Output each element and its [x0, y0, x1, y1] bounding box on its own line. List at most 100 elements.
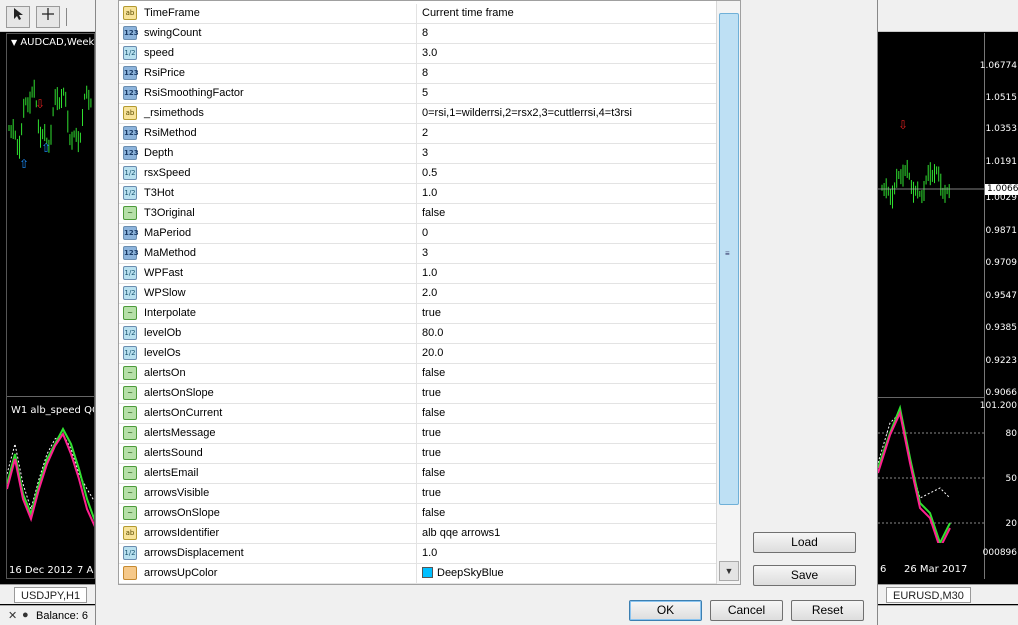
param-value[interactable]: 3.0 [422, 47, 437, 59]
param-value-cell[interactable]: Current time frame [418, 4, 716, 23]
param-value[interactable]: 2 [422, 127, 428, 139]
param-value[interactable]: 3 [422, 147, 428, 159]
param-value[interactable]: true [422, 427, 441, 439]
crosshair-icon[interactable] [36, 6, 60, 28]
param-value[interactable]: false [422, 467, 445, 479]
param-value[interactable]: true [422, 387, 441, 399]
cursor-arrow-icon[interactable] [6, 6, 30, 28]
param-value-cell[interactable]: 2 [418, 124, 716, 143]
param-value-cell[interactable]: false [418, 464, 716, 483]
param-value-cell[interactable]: true [418, 424, 716, 443]
param-value[interactable]: false [422, 367, 445, 379]
param-row-t3original[interactable]: ~ T3Original false [119, 204, 716, 224]
param-row-swingcount[interactable]: 123 swingCount 8 [119, 24, 716, 44]
param-row-alertsoncurrent[interactable]: ~ alertsOnCurrent false [119, 404, 716, 424]
param-value-cell[interactable]: DeepSkyBlue [418, 564, 716, 583]
param-value-cell[interactable]: 80.0 [418, 324, 716, 343]
param-value[interactable]: true [422, 447, 441, 459]
param-row-t3hot[interactable]: 1/2 T3Hot 1.0 [119, 184, 716, 204]
param-value-cell[interactable]: 1.0 [418, 544, 716, 563]
tab-eurusd[interactable]: EURUSD,M30 [886, 587, 971, 603]
inputs-scrollbar[interactable]: ≡ ▼ [716, 1, 740, 584]
param-value[interactable]: 1.0 [422, 547, 437, 559]
close-icon[interactable]: ✕ [8, 609, 17, 622]
param-value-cell[interactable]: false [418, 504, 716, 523]
save-button[interactable]: Save [753, 565, 856, 586]
param-value-cell[interactable]: false [418, 404, 716, 423]
param-row-arrowsonslope[interactable]: ~ arrowsOnSlope false [119, 504, 716, 524]
param-row-timeframe[interactable]: ab TimeFrame Current time frame [119, 4, 716, 24]
param-value[interactable]: 0 [422, 227, 428, 239]
tab-usdjpy[interactable]: USDJPY,H1 [14, 587, 88, 603]
param-value[interactable]: 80.0 [422, 327, 443, 339]
param-row-arrowsupcolor[interactable]: arrowsUpColor DeepSkyBlue [119, 564, 716, 584]
param-row-alertson[interactable]: ~ alertsOn false [119, 364, 716, 384]
param-row-rsxspeed[interactable]: 1/2 rsxSpeed 0.5 [119, 164, 716, 184]
param-value-cell[interactable]: 0.5 [418, 164, 716, 183]
param-row-alertsmessage[interactable]: ~ alertsMessage true [119, 424, 716, 444]
param-value[interactable]: 1.0 [422, 187, 437, 199]
param-value[interactable]: 8 [422, 67, 428, 79]
cancel-button[interactable]: Cancel [710, 600, 783, 621]
param-value[interactable]: true [422, 487, 441, 499]
param-value[interactable]: 0.5 [422, 167, 437, 179]
param-row-wpslow[interactable]: 1/2 WPSlow 2.0 [119, 284, 716, 304]
param-row-arrowsdisplacement[interactable]: 1/2 arrowsDisplacement 1.0 [119, 544, 716, 564]
param-value[interactable]: false [422, 507, 445, 519]
param-value-cell[interactable]: 1.0 [418, 184, 716, 203]
param-value-cell[interactable]: false [418, 364, 716, 383]
param-value-cell[interactable]: true [418, 484, 716, 503]
param-value-cell[interactable]: alb qqe arrows1 [418, 524, 716, 543]
param-value[interactable]: 20.0 [422, 347, 443, 359]
param-row-rsimethod[interactable]: 123 RsiMethod 2 [119, 124, 716, 144]
param-row-wpfast[interactable]: 1/2 WPFast 1.0 [119, 264, 716, 284]
param-row-maperiod[interactable]: 123 MaPeriod 0 [119, 224, 716, 244]
param-row-alertsemail[interactable]: ~ alertsEmail false [119, 464, 716, 484]
param-row-alertsonslope[interactable]: ~ alertsOnSlope true [119, 384, 716, 404]
reset-button[interactable]: Reset [791, 600, 864, 621]
param-value[interactable]: false [422, 207, 445, 219]
param-value-cell[interactable]: 8 [418, 64, 716, 83]
param-row-mamethod[interactable]: 123 MaMethod 3 [119, 244, 716, 264]
param-row-rsiprice[interactable]: 123 RsiPrice 8 [119, 64, 716, 84]
param-value[interactable]: 2.0 [422, 287, 437, 299]
param-value-cell[interactable]: true [418, 384, 716, 403]
param-value-cell[interactable]: true [418, 444, 716, 463]
param-value[interactable]: alb qqe arrows1 [422, 527, 500, 539]
param-row-depth[interactable]: 123 Depth 3 [119, 144, 716, 164]
param-value-cell[interactable]: 0=rsi,1=wilderrsi,2=rsx2,3=cuttlerrsi,4=… [418, 104, 716, 123]
param-row-speed[interactable]: 1/2 speed 3.0 [119, 44, 716, 64]
param-value[interactable]: 0=rsi,1=wilderrsi,2=rsx2,3=cuttlerrsi,4=… [422, 107, 632, 119]
param-row-levelob[interactable]: 1/2 levelOb 80.0 [119, 324, 716, 344]
param-value-cell[interactable]: 8 [418, 24, 716, 43]
param-value[interactable]: 5 [422, 87, 428, 99]
param-row-_rsimethods[interactable]: ab _rsimethods 0=rsi,1=wilderrsi,2=rsx2,3=… [119, 104, 716, 124]
scroll-down-icon[interactable]: ▼ [719, 561, 739, 581]
param-value-cell[interactable]: 5 [418, 84, 716, 103]
param-value[interactable]: DeepSkyBlue [422, 567, 504, 579]
param-value-cell[interactable]: 3 [418, 244, 716, 263]
scrollbar-thumb[interactable]: ≡ [719, 13, 739, 505]
param-value-cell[interactable]: 0 [418, 224, 716, 243]
param-value-cell[interactable]: 2.0 [418, 284, 716, 303]
param-value-cell[interactable]: 1.0 [418, 264, 716, 283]
param-value-cell[interactable]: false [418, 204, 716, 223]
param-row-arrowsvisible[interactable]: ~ arrowsVisible true [119, 484, 716, 504]
param-value-cell[interactable]: 3.0 [418, 44, 716, 63]
param-row-arrowsidentifier[interactable]: ab arrowsIdentifier alb qqe arrows1 [119, 524, 716, 544]
param-value[interactable]: true [422, 307, 441, 319]
param-row-levelos[interactable]: 1/2 levelOs 20.0 [119, 344, 716, 364]
left-chart-window[interactable]: ▼ AUDCAD,Week ⇧⇧⇩ W1 alb_speed QQE 16 De… [6, 33, 95, 579]
param-row-rsismoothingfactor[interactable]: 123 RsiSmoothingFactor 5 [119, 84, 716, 104]
ok-button[interactable]: OK [629, 600, 702, 621]
param-row-alertssound[interactable]: ~ alertsSound true [119, 444, 716, 464]
param-value[interactable]: 8 [422, 27, 428, 39]
param-value-cell[interactable]: 20.0 [418, 344, 716, 363]
param-value[interactable]: false [422, 407, 445, 419]
param-value[interactable]: 1.0 [422, 267, 437, 279]
param-value-cell[interactable]: 3 [418, 144, 716, 163]
param-value[interactable]: Current time frame [422, 7, 514, 19]
param-value-cell[interactable]: true [418, 304, 716, 323]
right-chart-window[interactable]: ⇩ 1.06774 1.0515 1.0353 1.0191 1.0066 1.0029 0… [878, 33, 1018, 579]
load-button[interactable]: Load [753, 532, 856, 553]
